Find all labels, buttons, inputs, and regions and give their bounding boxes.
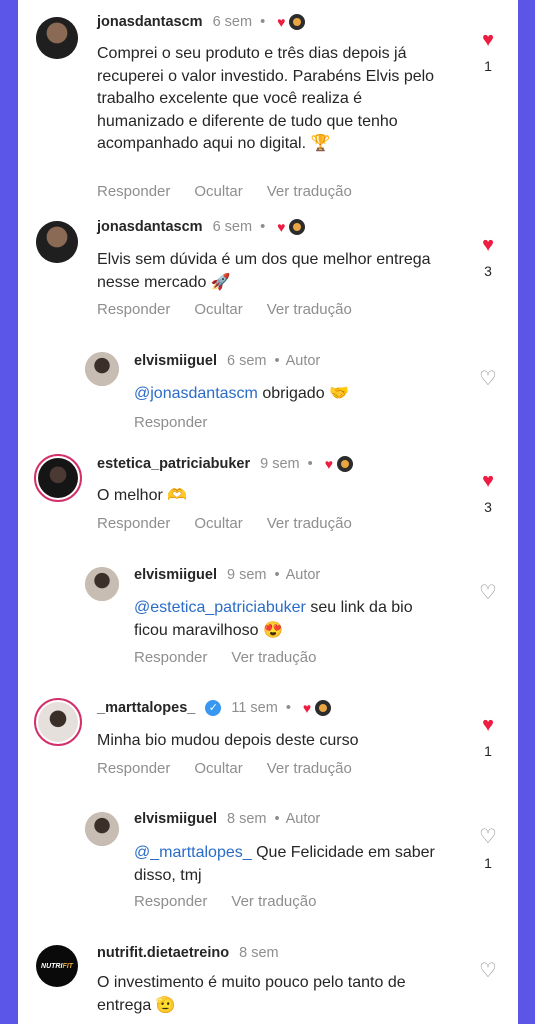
like-heart-icon[interactable]: ♡	[478, 583, 498, 603]
reply-button[interactable]: Responder	[134, 893, 207, 910]
comment-item: NUTRIFIT nutrifit.dietaetreino 8 sem O i…	[18, 935, 518, 1024]
comment-item: _marttalopes_ ✓ 11 sem • ♥ Minha bio mud…	[18, 688, 518, 798]
username[interactable]: elvismiiguel	[134, 353, 217, 369]
like-count: 1	[484, 743, 492, 759]
username[interactable]: jonasdantascm	[97, 14, 203, 30]
reply-button[interactable]: Responder	[97, 515, 170, 532]
hide-button[interactable]: Ocultar	[194, 301, 242, 318]
like-heart-icon[interactable]: ♡	[478, 827, 498, 847]
avatar[interactable]	[36, 221, 78, 263]
reply-button[interactable]: Responder	[97, 183, 170, 200]
avatar[interactable]	[85, 352, 119, 386]
comment-text: @estetica_patriciabuker seu link da bio …	[134, 599, 413, 639]
reply-item: elvismiiguel 9 sem • Autor @estetica_pat…	[18, 560, 518, 685]
timestamp: 9 sem	[227, 567, 267, 583]
timestamp: 6 sem	[212, 14, 253, 30]
reply-item: elvismiiguel 6 sem • Autor @jonasdantasc…	[18, 345, 518, 445]
timestamp: 8 sem	[239, 945, 279, 961]
like-count: 3	[484, 263, 492, 279]
comment-text: Elvis sem dúvida é um dos que melhor ent…	[97, 251, 431, 291]
comment-item: jonasdantascm 6 sem • ♥ Comprei o seu pr…	[18, 0, 518, 215]
hide-button[interactable]: Ocultar	[194, 183, 242, 200]
avatar[interactable]	[85, 567, 119, 601]
like-count: 1	[484, 855, 492, 871]
creator-liked-heart-icon: ♥	[324, 456, 334, 472]
hide-button[interactable]: Ocultar	[194, 515, 242, 532]
timestamp: 8 sem	[227, 811, 267, 827]
translate-button[interactable]: Ver tradução	[267, 183, 352, 200]
like-heart-icon[interactable]: ♥	[478, 471, 498, 491]
verified-badge-icon: ✓	[205, 700, 222, 716]
creator-liked-heart-icon: ♥	[277, 14, 286, 30]
like-count: 3	[484, 499, 492, 515]
like-heart-icon[interactable]: ♥	[478, 715, 498, 735]
creator-liked-heart-icon: ♥	[277, 219, 286, 235]
reply-button[interactable]: Responder	[97, 760, 170, 777]
creator-avatar-icon	[315, 700, 332, 716]
reply-button[interactable]: Responder	[134, 414, 207, 431]
timestamp: 6 sem	[212, 219, 253, 235]
comment-text: O melhor 🫶	[97, 487, 188, 504]
username[interactable]: elvismiiguel	[134, 567, 217, 583]
comment-text: O investimento é muito pouco pelo tanto …	[97, 974, 406, 1014]
creator-avatar-icon	[289, 14, 306, 30]
reply-button[interactable]: Responder	[97, 301, 170, 318]
nutrifit-logo: NUTRIFIT	[41, 962, 73, 970]
mention-link[interactable]: @jonasdantascm	[134, 385, 258, 402]
reply-button[interactable]: Responder	[134, 649, 207, 666]
username[interactable]: elvismiiguel	[134, 811, 217, 827]
comment-text: Comprei o seu produto e três dias depois…	[97, 45, 435, 152]
hide-button[interactable]: Ocultar	[194, 760, 242, 777]
mention-link[interactable]: @_marttalopes_	[134, 844, 252, 861]
like-heart-icon[interactable]: ♥	[478, 235, 498, 255]
author-badge: Autor	[285, 353, 321, 369]
avatar[interactable]	[85, 812, 119, 846]
like-count: 1	[484, 58, 492, 74]
avatar[interactable]	[34, 454, 82, 502]
comment-item: jonasdantascm 6 sem • ♥ Elvis sem dúvida…	[18, 215, 518, 335]
translate-button[interactable]: Ver tradução	[267, 760, 352, 777]
author-badge: Autor	[285, 567, 321, 583]
comment-item: estetica_patriciabuker 9 sem • ♥ O melho…	[18, 445, 518, 555]
author-badge: Autor	[285, 811, 321, 827]
username[interactable]: jonasdantascm	[97, 219, 203, 235]
translate-button[interactable]: Ver tradução	[231, 649, 316, 666]
username[interactable]: nutrifit.dietaetreino	[97, 945, 229, 961]
creator-avatar-icon	[289, 219, 306, 235]
avatar[interactable]: NUTRIFIT	[36, 945, 78, 987]
timestamp: 11 sem	[231, 700, 278, 716]
comment-text: Minha bio mudou depois deste curso	[97, 732, 359, 749]
timestamp: 6 sem	[227, 353, 267, 369]
like-heart-icon[interactable]: ♡	[478, 961, 498, 981]
creator-liked-heart-icon: ♥	[302, 700, 312, 716]
comments-panel: jonasdantascm 6 sem • ♥ Comprei o seu pr…	[18, 0, 518, 1024]
creator-avatar-icon	[337, 456, 354, 472]
like-heart-icon[interactable]: ♥	[478, 30, 498, 50]
avatar[interactable]	[34, 698, 82, 746]
translate-button[interactable]: Ver tradução	[267, 515, 352, 532]
translate-button[interactable]: Ver tradução	[231, 893, 316, 910]
username[interactable]: _marttalopes_	[97, 700, 195, 716]
comment-text: @jonasdantascm obrigado 🤝	[134, 385, 349, 402]
reply-item: elvismiiguel 8 sem • Autor @_marttalopes…	[18, 805, 518, 925]
like-heart-icon[interactable]: ♡	[478, 369, 498, 389]
timestamp: 9 sem	[260, 456, 300, 472]
avatar[interactable]	[36, 17, 78, 59]
username[interactable]: estetica_patriciabuker	[97, 456, 250, 472]
mention-link[interactable]: @estetica_patriciabuker	[134, 599, 306, 616]
comment-text: @_marttalopes_ Que Felicidade em saber d…	[134, 844, 435, 884]
translate-button[interactable]: Ver tradução	[267, 301, 352, 318]
